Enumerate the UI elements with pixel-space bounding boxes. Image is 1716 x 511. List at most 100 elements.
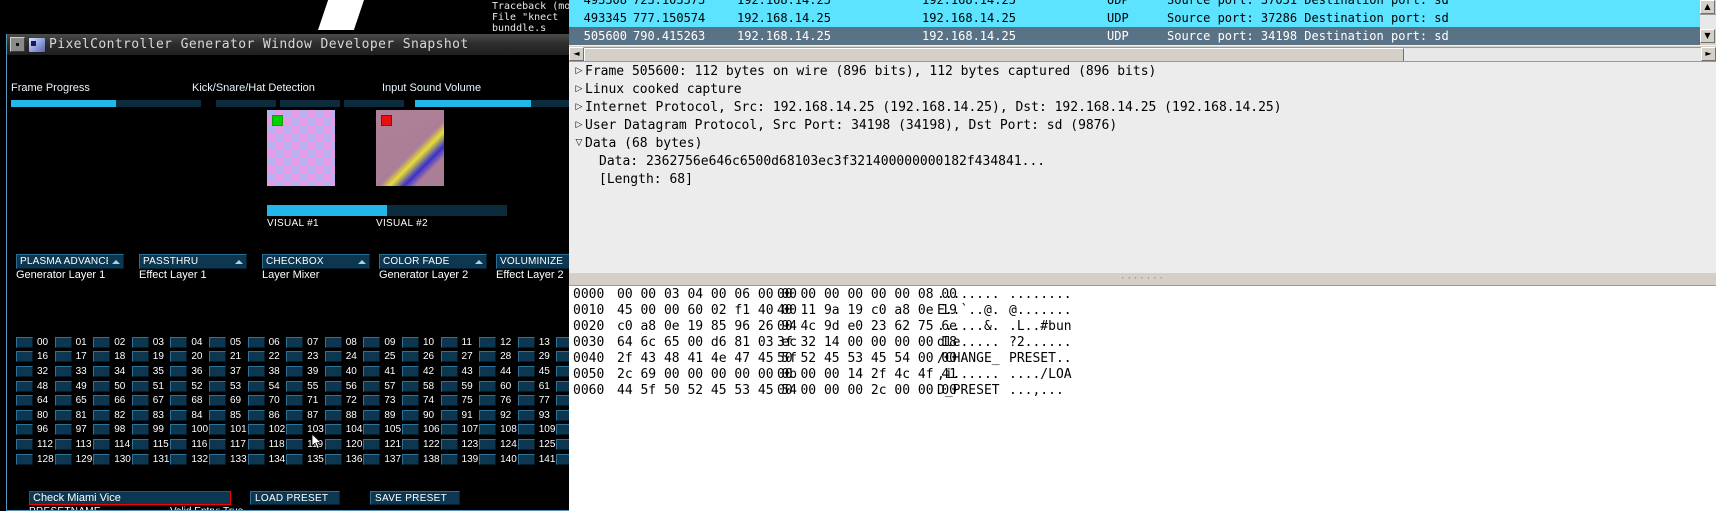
preset-slot-button-41[interactable] xyxy=(363,365,381,377)
scroll-left-button[interactable]: ◄ xyxy=(569,46,584,61)
preset-slot-button-61[interactable] xyxy=(517,380,535,392)
window-titlebar[interactable]: PixelController Generator Window Develop… xyxy=(7,34,569,56)
preset-slot-button-64[interactable] xyxy=(16,395,33,407)
preset-slot-button-74[interactable] xyxy=(401,395,419,407)
triangle-right-icon[interactable]: ▷ xyxy=(573,84,585,94)
preset-slot-button-56[interactable] xyxy=(324,380,342,392)
hex-dump-row[interactable]: 0010 45 00 00 60 02 f1 40 00 40 11 9a 19 c… xyxy=(569,302,1716,318)
preset-slot-button-39[interactable] xyxy=(286,365,304,377)
preset-slot-button-71[interactable] xyxy=(286,395,304,407)
preset-slot-button-72[interactable] xyxy=(324,395,342,407)
preset-slot-button-97[interactable] xyxy=(54,424,72,436)
preset-slot-button-106[interactable] xyxy=(401,424,419,436)
preset-slot-button-135[interactable] xyxy=(286,453,304,465)
preset-slot-button-129[interactable] xyxy=(54,453,72,465)
preset-slot-button-108[interactable] xyxy=(479,424,497,436)
preset-slot-button-67[interactable] xyxy=(131,395,149,407)
preset-slot-button-01[interactable] xyxy=(54,336,72,348)
preset-slot-button-77[interactable] xyxy=(517,395,535,407)
preset-slot-button-68[interactable] xyxy=(170,395,188,407)
preset-slot-button-91[interactable] xyxy=(440,409,458,421)
preset-slot-button-14[interactable] xyxy=(556,336,569,348)
preset-slot-button-82[interactable] xyxy=(93,409,111,421)
preset-slot-button-132[interactable] xyxy=(170,453,188,465)
preset-slot-button-112[interactable] xyxy=(16,438,33,450)
preset-slot-button-140[interactable] xyxy=(479,453,497,465)
preset-slot-button-26[interactable] xyxy=(401,351,419,363)
preset-slot-button-57[interactable] xyxy=(363,380,381,392)
preset-slot-button-00[interactable] xyxy=(16,336,33,348)
triangle-right-icon[interactable]: ▷ xyxy=(573,120,585,130)
preset-slot-button-19[interactable] xyxy=(131,351,149,363)
detail-tree-row[interactable]: ▷ User Datagram Protocol, Src Port: 34198… xyxy=(569,116,1716,134)
preset-slot-button-99[interactable] xyxy=(131,424,149,436)
preset-slot-button-122[interactable] xyxy=(401,438,419,450)
preset-slot-button-46[interactable] xyxy=(556,365,569,377)
preset-slot-button-110[interactable] xyxy=(556,424,569,436)
preset-slot-button-25[interactable] xyxy=(363,351,381,363)
hex-dump-row[interactable]: 0040 2f 43 48 41 4e 47 45 5f 50 52 45 53 4… xyxy=(569,350,1716,366)
preset-slot-button-42[interactable] xyxy=(401,365,419,377)
preset-slot-button-04[interactable] xyxy=(170,336,188,348)
preset-slot-button-59[interactable] xyxy=(440,380,458,392)
preset-slot-button-40[interactable] xyxy=(324,365,342,377)
preset-slot-button-115[interactable] xyxy=(131,438,149,450)
preset-slot-button-119[interactable] xyxy=(286,438,304,450)
preset-slot-button-53[interactable] xyxy=(208,380,226,392)
preset-slot-button-131[interactable] xyxy=(131,453,149,465)
preset-slot-button-32[interactable] xyxy=(16,365,33,377)
preset-slot-button-05[interactable] xyxy=(208,336,226,348)
preset-slot-button-22[interactable] xyxy=(247,351,265,363)
preset-slot-button-17[interactable] xyxy=(54,351,72,363)
preset-slot-button-16[interactable] xyxy=(16,351,33,363)
preset-slot-button-66[interactable] xyxy=(93,395,111,407)
triangle-down-icon[interactable]: ▽ xyxy=(573,138,585,148)
preset-slot-button-08[interactable] xyxy=(324,336,342,348)
preset-slot-button-120[interactable] xyxy=(324,438,342,450)
preset-slot-button-90[interactable] xyxy=(401,409,419,421)
preset-slot-button-03[interactable] xyxy=(131,336,149,348)
preset-slot-button-54[interactable] xyxy=(247,380,265,392)
preset-slot-button-35[interactable] xyxy=(131,365,149,377)
preset-name-input[interactable]: Check Miami Vice xyxy=(29,491,231,505)
detail-tree-row[interactable]: Data: 2362756e646c6500d68103ec3f32140000… xyxy=(569,152,1716,170)
hex-dump-row[interactable]: 0060 44 5f 50 52 45 53 45 54 00 00 00 00 2… xyxy=(569,382,1716,398)
hex-dump-row[interactable]: 0050 2c 69 00 00 00 00 00 0b 00 00 00 14 2… xyxy=(569,366,1716,382)
load-preset-button[interactable]: LOAD PRESET xyxy=(250,491,340,505)
packet-list[interactable]: 493308 723.103573 192.168.14.25 192.168.14.… xyxy=(569,0,1716,45)
preset-slot-button-116[interactable] xyxy=(170,438,188,450)
preset-slot-button-133[interactable] xyxy=(208,453,226,465)
preset-slot-button-76[interactable] xyxy=(479,395,497,407)
preset-slot-button-94[interactable] xyxy=(556,409,569,421)
dropdown-effect-layer-1[interactable]: PASSTHRU xyxy=(139,254,247,269)
preset-slot-button-138[interactable] xyxy=(401,453,419,465)
scroll-down-button[interactable]: ▼ xyxy=(1700,29,1715,43)
hex-pane-splitter[interactable]: ······· xyxy=(569,273,1716,285)
preset-slot-button-100[interactable] xyxy=(170,424,188,436)
preset-slot-button-29[interactable] xyxy=(517,351,535,363)
preset-slot-button-81[interactable] xyxy=(54,409,72,421)
preset-slot-button-38[interactable] xyxy=(247,365,265,377)
dropdown-layer-mixer[interactable]: CHECKBOX xyxy=(262,254,370,269)
preset-slot-button-126[interactable] xyxy=(556,438,569,450)
preset-slot-button-49[interactable] xyxy=(54,380,72,392)
preset-slot-button-65[interactable] xyxy=(54,395,72,407)
preset-slot-button-51[interactable] xyxy=(131,380,149,392)
preset-slot-button-93[interactable] xyxy=(517,409,535,421)
save-preset-button[interactable]: SAVE PRESET xyxy=(370,491,460,505)
preset-slot-button-12[interactable] xyxy=(479,336,497,348)
preset-slot-button-101[interactable] xyxy=(208,424,226,436)
preset-slot-button-87[interactable] xyxy=(286,409,304,421)
preset-slot-button-45[interactable] xyxy=(517,365,535,377)
dropdown-generator-layer-2[interactable]: COLOR FADE xyxy=(379,254,487,269)
detail-tree-row[interactable]: [Length: 68] xyxy=(569,170,1716,188)
packet-list-vertical-scrollbar[interactable]: ▲ ▼ xyxy=(1700,0,1716,45)
preset-slot-button-28[interactable] xyxy=(479,351,497,363)
dropdown-effect-layer-2[interactable]: VOLUMINIZE xyxy=(496,254,569,269)
preset-slot-button-130[interactable] xyxy=(93,453,111,465)
preset-slot-button-83[interactable] xyxy=(131,409,149,421)
packet-scroll-trough[interactable] xyxy=(1700,14,1716,29)
preset-slot-button-11[interactable] xyxy=(440,336,458,348)
preset-slot-button-27[interactable] xyxy=(440,351,458,363)
preset-slot-button-124[interactable] xyxy=(479,438,497,450)
